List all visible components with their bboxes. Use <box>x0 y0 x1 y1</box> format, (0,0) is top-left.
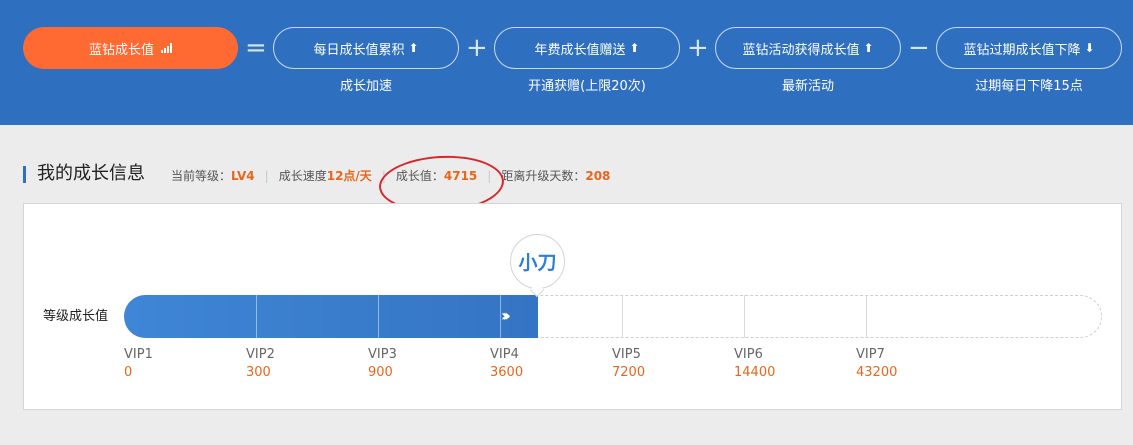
level-name: VIP7 <box>856 347 885 362</box>
level-threshold: 300 <box>246 365 271 380</box>
annual-growth-label: 年费成长值赠送 <box>534 42 626 58</box>
section-title: 我的成长信息 <box>37 163 145 184</box>
level-name: VIP3 <box>368 347 397 362</box>
section-marker <box>23 166 26 183</box>
level-threshold: 43200 <box>856 365 898 380</box>
level-threshold: 3600 <box>490 365 524 380</box>
level-name: VIP5 <box>612 347 641 362</box>
level-threshold: 14400 <box>734 365 776 380</box>
annual-growth-button[interactable]: 年费成长值赠送 ⬆ <box>494 27 680 69</box>
expired-decline-label: 蓝钻过期成长值下降 <box>963 42 1081 58</box>
level-threshold: 900 <box>368 365 393 380</box>
arrow-up-icon: ⬆ <box>863 41 874 55</box>
arrow-up-icon: ⬆ <box>629 41 640 55</box>
level-name: VIP6 <box>734 347 763 362</box>
activity-growth-sub: 最新活动 <box>781 79 834 94</box>
arrow-up-icon: ⬆ <box>408 41 419 55</box>
level-name: VIP1 <box>124 347 153 362</box>
level-name: VIP4 <box>490 347 519 362</box>
level-divider <box>866 295 867 338</box>
progress-fill <box>124 295 538 338</box>
level-divider <box>256 295 257 338</box>
level-divider <box>622 295 623 338</box>
level-value: LV4 <box>231 169 255 183</box>
annual-growth-sub: 开通获赠(上限20次) <box>528 79 646 94</box>
growth-formula-bar: 蓝钻成长值 = 每日成长值累积 ⬆ 成长加速 + 年费成长值赠送 ⬆ 开通获赠(… <box>0 0 1133 125</box>
level-threshold: 0 <box>124 365 133 380</box>
blue-diamond-growth-button[interactable]: 蓝钻成长值 <box>23 27 238 69</box>
level-divider <box>744 295 745 338</box>
minus-operator: − <box>908 33 930 63</box>
level-name: VIP2 <box>246 347 275 362</box>
speed-label: 成长速度 <box>278 169 327 183</box>
signal-bars-icon <box>161 43 172 53</box>
progress-row-label: 等级成长值 <box>43 309 109 324</box>
level-threshold: 7200 <box>612 365 646 380</box>
expired-decline-button[interactable]: 蓝钻过期成长值下降 ⬇ <box>936 27 1122 69</box>
daily-growth-button[interactable]: 每日成长值累积 ⬆ <box>273 27 459 69</box>
equals-operator: = <box>245 33 267 63</box>
plus-operator: + <box>466 33 488 63</box>
stat-divider: | <box>264 169 269 183</box>
arrow-down-icon: ⬇ <box>1084 41 1095 55</box>
progress-chevrons-icon: ››› <box>501 306 511 325</box>
expired-decline-sub: 过期每日下降15点 <box>975 79 1083 94</box>
plus-operator: + <box>687 33 709 63</box>
level-divider <box>378 295 379 338</box>
activity-growth-label: 蓝钻活动获得成长值 <box>742 42 860 58</box>
level-label: 当前等级： <box>171 169 232 183</box>
activity-growth-button[interactable]: 蓝钻活动获得成长值 ⬆ <box>715 27 901 69</box>
speed-value: 12点/天 <box>326 169 372 183</box>
daily-growth-sub: 成长加速 <box>339 79 392 94</box>
days-label: 距离升级天数： <box>501 169 586 183</box>
days-value: 208 <box>585 169 611 183</box>
main-label: 蓝钻成长值 <box>88 42 154 58</box>
user-avatar-badge: 小刀 <box>510 234 565 289</box>
daily-growth-label: 每日成长值累积 <box>313 42 405 58</box>
